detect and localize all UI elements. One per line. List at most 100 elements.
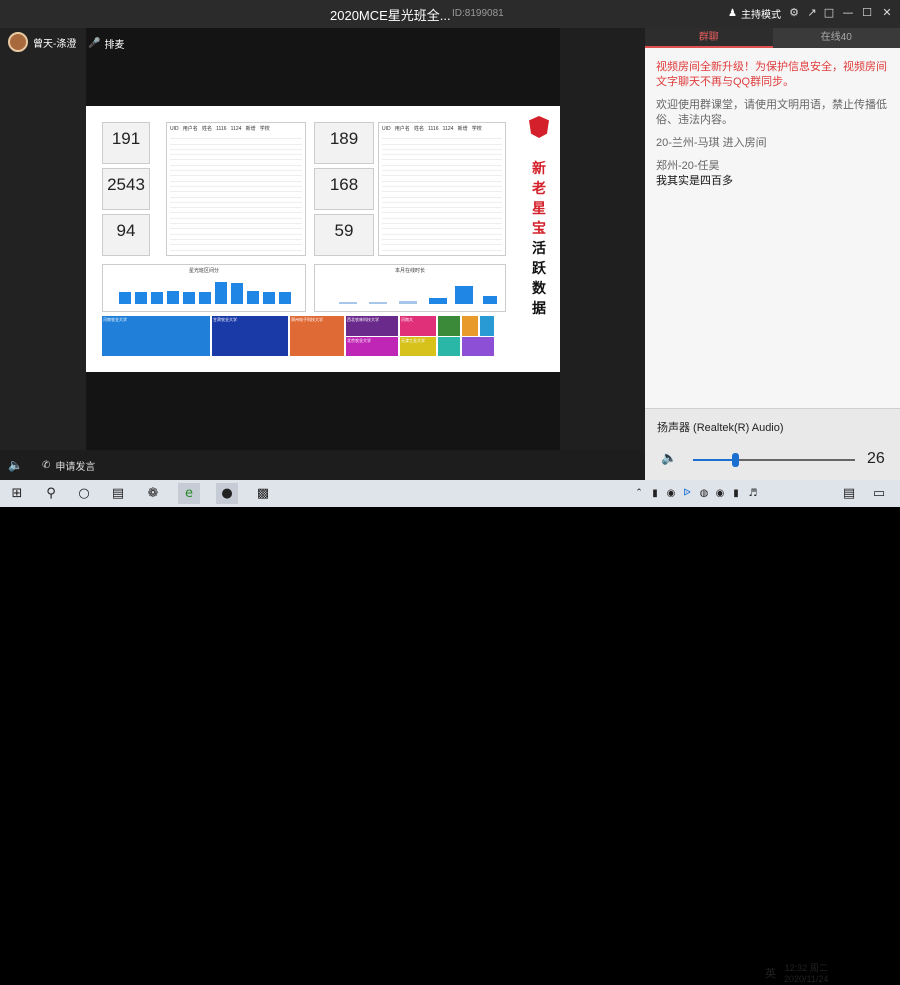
- treemap-cell: 河南农业大学: [102, 316, 210, 356]
- brand-char: 星: [530, 198, 548, 218]
- chat-tabs: 群聊 在线40: [645, 28, 900, 48]
- mic-queue-label: 排麦: [104, 36, 124, 51]
- current-user[interactable]: 曾天-涤澄: [8, 32, 76, 52]
- stat-value: 94: [103, 221, 149, 241]
- treemap-cell: 西北农林科技大学: [346, 316, 398, 336]
- chevron-up-icon[interactable]: ⌃: [632, 483, 646, 504]
- brand-char: 数: [530, 278, 548, 298]
- treemap-cell: [438, 316, 460, 336]
- stat-value: 189: [315, 129, 373, 149]
- phone-icon: ✆: [42, 460, 50, 471]
- volume-tray-icon[interactable]: ♬: [746, 483, 760, 504]
- volume-slider-thumb[interactable]: [732, 453, 739, 467]
- task-view-icon[interactable]: ▤: [107, 483, 129, 504]
- popout-icon[interactable]: □: [822, 6, 836, 20]
- brand-title: 新 老 星 宝 活 跃 数 据: [530, 158, 548, 318]
- tab-online[interactable]: 在线40: [773, 28, 900, 48]
- penguin-app-icon[interactable]: ●: [216, 483, 238, 504]
- clock[interactable]: 12:32 周二 2020/11/24: [784, 963, 828, 985]
- app-window: 2020MCE星光班全... ID:8199081 ♟ 主持模式 ⚙ ↗ □ —…: [0, 0, 900, 480]
- treemap-cell: 甘肃农业大学: [212, 316, 288, 356]
- ime-indicator[interactable]: 英: [765, 965, 776, 981]
- minimize-icon[interactable]: —: [841, 6, 855, 20]
- notes-icon[interactable]: ▤: [838, 483, 860, 504]
- shared-slide: 191 2543 94 UID 用户名 姓名 1116 1124 新增 学校: [86, 106, 560, 372]
- windows-start-icon[interactable]: ⊞: [6, 483, 28, 504]
- tray-app-icon[interactable]: ◉: [664, 483, 678, 504]
- tray-app-icon[interactable]: ◉: [713, 483, 727, 504]
- message-text: 我其实是四百多: [656, 174, 892, 189]
- notification-icon[interactable]: ▭: [868, 483, 890, 504]
- clock-time: 12:32 周二: [784, 963, 828, 974]
- battery-icon[interactable]: ▮: [729, 483, 743, 504]
- volume-popup: 扬声器 (Realtek(R) Audio) 🔈 26: [645, 408, 900, 480]
- stat-value: 191: [103, 129, 149, 149]
- brand-char: 宝: [530, 218, 548, 238]
- data-table: UID 用户名 姓名 1116 1124 新增 学校: [166, 122, 306, 256]
- bluetooth-icon[interactable]: ᐉ: [680, 483, 694, 504]
- stat-card: 2543: [102, 168, 150, 210]
- brand-char: 跃: [530, 258, 548, 278]
- stat-card: 94: [102, 214, 150, 256]
- welcome-message: 欢迎使用群课堂，请使用文明用语，禁止传播低俗、违法内容。: [656, 98, 892, 128]
- participant-strip: [0, 28, 86, 480]
- stat-card: 59: [314, 214, 374, 256]
- mic-tray-icon[interactable]: ▮: [648, 483, 662, 504]
- brand-char: 老: [530, 178, 548, 198]
- table-row: [170, 245, 302, 250]
- request-speak-button[interactable]: ✆ 申请发言: [42, 458, 95, 473]
- table-header: UID 用户名 姓名 1116 1124 新增 学校: [167, 123, 305, 134]
- stat-card: 189: [314, 122, 374, 164]
- message-sender: 郑州-20-任昊: [656, 159, 892, 174]
- mic-queue-button[interactable]: 🎤 排麦: [88, 36, 124, 51]
- chart-title: 星光班区间分: [103, 267, 305, 274]
- request-speak-label: 申请发言: [55, 458, 95, 473]
- user-name: 曾天-涤澄: [33, 35, 76, 50]
- bottom-bar: 🔈: [0, 450, 645, 480]
- search-icon[interactable]: ⚲: [40, 483, 62, 504]
- app-icon[interactable]: ❁: [142, 483, 164, 504]
- treemap-cell: 北京农业大学: [346, 337, 398, 356]
- speaker-icon[interactable]: 🔈: [8, 458, 23, 472]
- treemap-cell: 河南大: [400, 316, 436, 336]
- bars: [103, 274, 307, 312]
- treemap-cell: [438, 337, 460, 356]
- volume-value: 26: [867, 450, 885, 468]
- brand-char: 新: [530, 158, 548, 178]
- treemap-cell: 天津工业大学: [400, 337, 436, 356]
- host-mode-button[interactable]: ♟ 主持模式: [728, 6, 781, 21]
- join-notice: 20-兰州-马琪 进入房间: [656, 136, 892, 151]
- clock-date: 2020/11/24: [784, 974, 828, 985]
- stat-value: 59: [315, 221, 373, 241]
- stat-card: 191: [102, 122, 150, 164]
- data-table: UID 用户名 姓名 1116 1124 新增 学校: [378, 122, 506, 256]
- mic-icon: 🎤: [88, 38, 100, 49]
- maximize-icon[interactable]: ☐: [860, 6, 874, 20]
- taskbar: ⊞ ⚲ ○ ▤ ❁ e ● ▩ ⌃ ▮ ◉ ᐉ ◍ ◉ ▮ ♬ 英 12:32 …: [0, 480, 900, 507]
- close-icon[interactable]: ✕: [880, 6, 894, 20]
- cortana-icon[interactable]: ○: [73, 483, 95, 504]
- avatar: [8, 32, 28, 52]
- window-app-icon[interactable]: ▩: [252, 483, 274, 504]
- treemap-cell: 郑州电子科技大学: [290, 316, 344, 356]
- speaker-icon[interactable]: 🔈: [661, 451, 677, 466]
- brand-char: 活: [530, 238, 548, 258]
- chart-title: 本月在线时长: [315, 267, 505, 274]
- tab-group-chat[interactable]: 群聊: [645, 28, 773, 48]
- host-mode-label: 主持模式: [741, 6, 781, 21]
- bars: [315, 274, 507, 312]
- browser-icon[interactable]: e: [178, 483, 200, 504]
- brand-char: 据: [530, 298, 548, 318]
- treemap-cell: [480, 316, 494, 336]
- title-bar: 2020MCE星光班全... ID:8199081 ♟ 主持模式 ⚙ ↗ □ —…: [0, 0, 900, 28]
- system-notice: 视频房间全新升级！为保护信息安全，视频房间文字聊天不再与QQ群同步。: [656, 60, 892, 90]
- share-icon[interactable]: ↗: [805, 6, 819, 20]
- bar-chart-online-time: 本月在线时长: [314, 264, 506, 312]
- tray-app-icon[interactable]: ◍: [697, 483, 711, 504]
- table-row: [382, 245, 502, 250]
- window-title: 2020MCE星光班全...: [330, 5, 451, 24]
- treemap: 河南农业大学 甘肃农业大学 郑州电子科技大学 西北农林科技大学 北京农业大学 河…: [102, 316, 516, 356]
- stat-value: 168: [315, 175, 373, 195]
- room-id: ID:8199081: [452, 8, 504, 19]
- settings-icon[interactable]: ⚙: [787, 6, 801, 20]
